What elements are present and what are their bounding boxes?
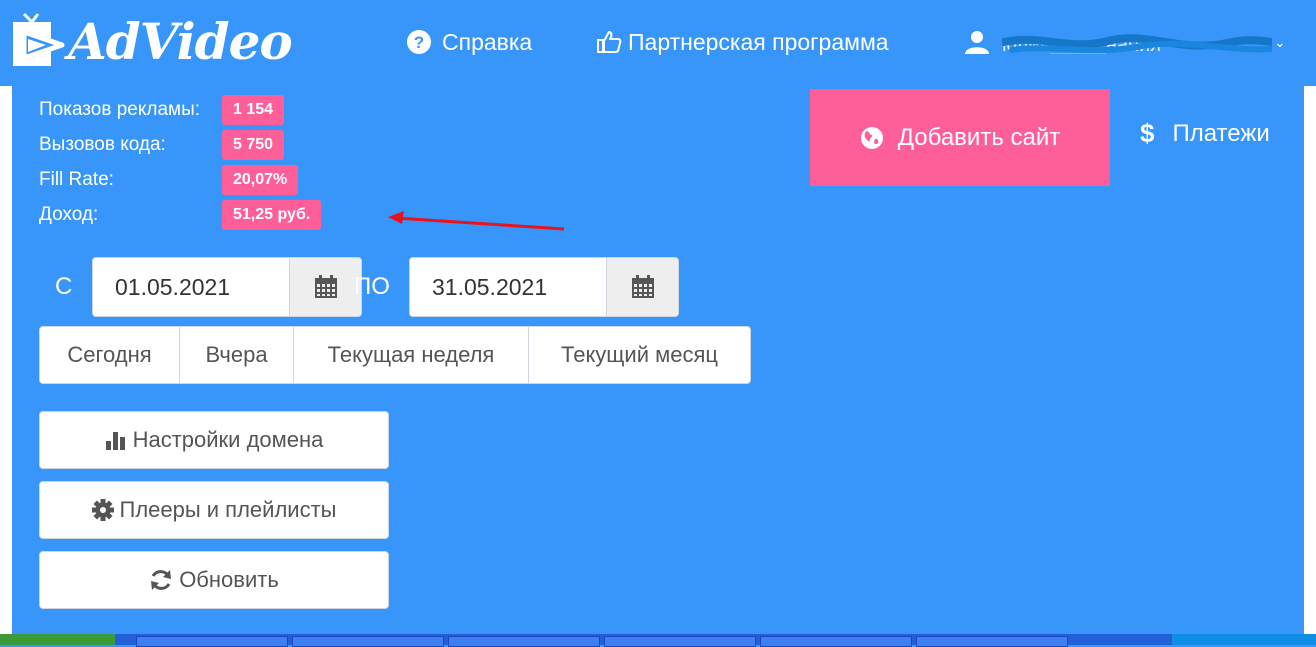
taskbar-item[interactable] <box>916 636 1068 647</box>
refresh-icon <box>151 570 172 590</box>
stat-label: Fill Rate: <box>39 169 114 190</box>
quick-range-group: Сегодня Вчера Текущая неделя Текущий мес… <box>39 326 751 384</box>
stat-label: Показов рекламы: <box>39 99 201 120</box>
add-site-label: Добавить сайт <box>897 123 1061 151</box>
domain-settings-label: Настройки домена <box>132 427 324 452</box>
logo-text: AdVideo <box>68 12 293 71</box>
date-from-group <box>92 257 362 317</box>
stat-badge: 51,25 руб. <box>222 200 322 230</box>
date-from-input[interactable] <box>93 258 289 316</box>
stat-label: Вызовов кода: <box>39 134 166 155</box>
players-playlists-button[interactable]: Плееры и плейлисты <box>39 481 389 539</box>
date-to-input[interactable] <box>410 258 606 316</box>
stat-impressions: Показов рекламы: 1 154 <box>39 95 285 125</box>
system-tray <box>1172 634 1316 645</box>
annotation-arrow-icon <box>388 211 565 231</box>
redaction-scribble <box>1002 34 1272 54</box>
thumbs-up-icon <box>597 31 622 53</box>
domain-settings-button[interactable]: Настройки домена <box>39 411 389 469</box>
date-from-calendar-button[interactable] <box>289 258 361 316</box>
right-border <box>1304 86 1316 634</box>
range-current-week-button[interactable]: Текущая неделя <box>294 327 529 383</box>
nav-partner-link[interactable]: Партнерская программа <box>596 22 889 62</box>
stat-code-calls: Вызовов кода: 5 750 <box>39 130 285 160</box>
user-name: юлия_____нания <box>1002 30 1272 54</box>
chevron-down-icon: ⌄ <box>1274 33 1286 50</box>
start-button[interactable] <box>0 634 115 645</box>
stat-badge: 5 750 <box>222 130 285 160</box>
payments-link[interactable]: $ Платежи <box>1140 118 1270 149</box>
stat-badge: 1 154 <box>222 95 285 125</box>
taskbar-item[interactable] <box>136 636 288 647</box>
globe-icon <box>860 126 883 149</box>
taskbar-item[interactable] <box>760 636 912 647</box>
refresh-label: Обновить <box>179 567 279 592</box>
add-site-button[interactable]: Добавить сайт <box>810 89 1110 186</box>
nav-partner-label: Партнерская программа <box>628 28 889 55</box>
taskbar-item[interactable] <box>292 636 444 647</box>
gear-icon <box>91 499 114 521</box>
date-to-calendar-button[interactable] <box>606 258 678 316</box>
payments-label: Платежи <box>1172 119 1270 147</box>
stat-income: Доход: 51,25 руб. <box>39 200 322 230</box>
range-today-button[interactable]: Сегодня <box>40 327 180 383</box>
date-to-label: ПО <box>354 273 390 300</box>
taskbar-item[interactable] <box>604 636 756 647</box>
date-to-group <box>409 257 679 317</box>
nav-help-label: Справка <box>442 28 533 55</box>
range-yesterday-button[interactable]: Вчера <box>180 327 294 383</box>
question-circle-icon: ? <box>407 30 431 54</box>
tv-play-icon <box>13 12 65 66</box>
header: AdVideo ? Справка Партнерская программа … <box>0 0 1316 86</box>
calendar-icon <box>314 275 337 298</box>
stat-label: Доход: <box>39 204 99 225</box>
calendar-icon <box>631 275 654 298</box>
user-menu[interactable]: юлия_____нания ⌄ <box>964 22 1286 62</box>
date-from-label: С <box>55 273 73 300</box>
refresh-button[interactable]: Обновить <box>39 551 389 609</box>
user-icon <box>965 31 989 54</box>
bar-chart-icon <box>105 432 125 450</box>
players-playlists-label: Плееры и плейлисты <box>119 497 337 522</box>
left-border <box>0 86 12 634</box>
range-current-month-button[interactable]: Текущий месяц <box>529 327 750 383</box>
dollar-icon: $ <box>1140 118 1155 148</box>
logo[interactable]: AdVideo <box>10 12 293 76</box>
svg-text:?: ? <box>414 33 424 52</box>
taskbar-item[interactable] <box>448 636 600 647</box>
stat-badge: 20,07% <box>222 165 299 195</box>
os-taskbar <box>0 634 1316 647</box>
stat-fill-rate: Fill Rate: 20,07% <box>39 165 299 195</box>
nav-help-link[interactable]: ? Справка <box>406 22 532 62</box>
